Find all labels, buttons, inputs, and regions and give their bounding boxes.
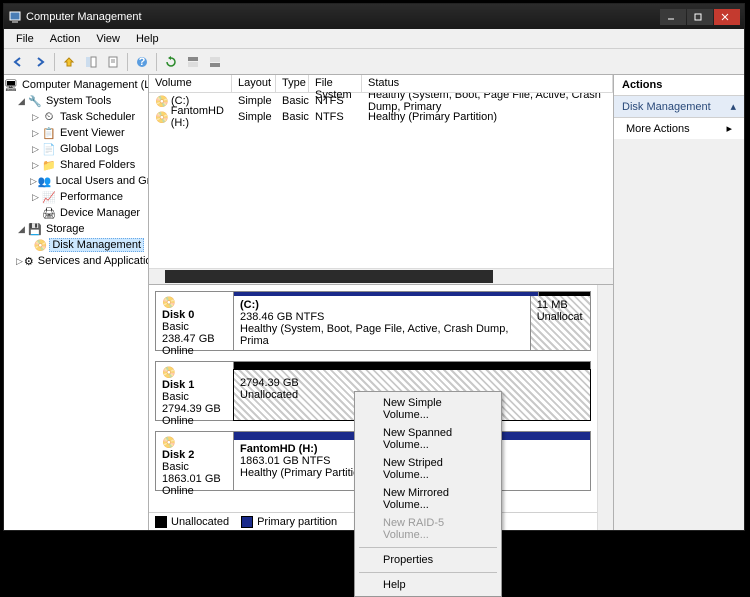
svg-text:?: ? xyxy=(139,56,146,68)
drive-icon: 📀 xyxy=(155,110,169,124)
expand-icon[interactable]: ▷ xyxy=(30,112,41,123)
expand-icon[interactable]: ▷ xyxy=(30,176,37,187)
tree-root[interactable]: 🖥 Computer Management (Local) xyxy=(4,77,148,93)
partition-unallocated[interactable]: 11 MB Unallocat xyxy=(530,296,590,350)
help-button[interactable]: ? xyxy=(132,52,152,72)
actions-more[interactable]: More Actions ▸ xyxy=(614,118,744,139)
legend-swatch-unallocated xyxy=(155,516,167,528)
computer-icon: 🖥 xyxy=(4,78,18,92)
tree-task-scheduler[interactable]: ▷⏲Task Scheduler xyxy=(30,109,148,125)
actions-section[interactable]: Disk Management ▴ xyxy=(614,96,744,118)
partition[interactable]: (C:) 238.46 GB NTFS Healthy (System, Boo… xyxy=(234,296,530,350)
tree-global-logs[interactable]: ▷📄Global Logs xyxy=(30,141,148,157)
view-bottom-button[interactable] xyxy=(205,52,225,72)
context-menu: New Simple Volume... New Spanned Volume.… xyxy=(354,391,502,597)
disk-info[interactable]: 📀 Disk 2 Basic 1863.01 GB Online xyxy=(156,432,234,490)
actions-header: Actions xyxy=(614,75,744,96)
collapse-icon[interactable]: ◢ xyxy=(16,96,27,107)
window-title: Computer Management xyxy=(26,11,142,23)
perf-icon: 📈 xyxy=(42,190,56,204)
tree-performance[interactable]: ▷📈Performance xyxy=(30,189,148,205)
tree-system-tools[interactable]: ◢ 🔧 System Tools xyxy=(16,93,148,109)
menu-new-mirrored-volume[interactable]: New Mirrored Volume... xyxy=(357,484,499,514)
legend-swatch-primary xyxy=(241,516,253,528)
menu-new-raid5-volume: New RAID-5 Volume... xyxy=(357,514,499,544)
clock-icon: ⏲ xyxy=(42,110,56,124)
device-icon: 🖨 xyxy=(42,206,56,220)
vertical-scrollbar[interactable] xyxy=(597,285,613,530)
col-volume[interactable]: Volume xyxy=(149,75,232,92)
tree-local-users[interactable]: ▷👥Local Users and Groups xyxy=(30,173,148,189)
menu-file[interactable]: File xyxy=(8,31,42,47)
disk-icon: 📀 xyxy=(162,296,227,309)
col-filesystem[interactable]: File System xyxy=(309,75,362,92)
col-layout[interactable]: Layout xyxy=(232,75,276,92)
properties-button[interactable] xyxy=(103,52,123,72)
tree-storage[interactable]: ◢ 💾 Storage xyxy=(16,221,148,237)
collapse-icon[interactable]: ◢ xyxy=(16,224,27,235)
disk-info[interactable]: 📀 Disk 0 Basic 238.47 GB Online xyxy=(156,292,234,350)
menu-new-striped-volume[interactable]: New Striped Volume... xyxy=(357,454,499,484)
menu-action[interactable]: Action xyxy=(42,31,89,47)
actions-pane: Actions Disk Management ▴ More Actions ▸ xyxy=(614,75,744,530)
minimize-button[interactable] xyxy=(660,9,686,25)
expand-icon[interactable]: ▷ xyxy=(30,192,41,203)
menu-help[interactable]: Help xyxy=(128,31,167,47)
show-hide-tree-button[interactable] xyxy=(81,52,101,72)
menu-new-simple-volume[interactable]: New Simple Volume... xyxy=(357,394,499,424)
forward-button[interactable] xyxy=(30,52,50,72)
menu-properties[interactable]: Properties xyxy=(357,551,499,569)
volume-row[interactable]: 📀FantomHD (H:) Simple Basic NTFS Healthy… xyxy=(149,109,613,125)
menu-separator xyxy=(359,572,497,573)
services-icon: ⚙ xyxy=(24,254,34,268)
menu-separator xyxy=(359,547,497,548)
chevron-right-icon: ▸ xyxy=(726,122,732,135)
back-button[interactable] xyxy=(8,52,28,72)
horizontal-scrollbar[interactable] xyxy=(149,268,613,284)
close-button[interactable] xyxy=(714,9,740,25)
menu-help[interactable]: Help xyxy=(357,576,499,594)
col-type[interactable]: Type xyxy=(276,75,309,92)
expand-icon[interactable]: ▷ xyxy=(30,128,41,139)
tree-services[interactable]: ▷ ⚙ Services and Applications xyxy=(16,253,148,269)
refresh-button[interactable] xyxy=(161,52,181,72)
disk-row[interactable]: 📀 Disk 0 Basic 238.47 GB Online xyxy=(155,291,591,351)
view-top-button[interactable] xyxy=(183,52,203,72)
disk-icon: 📀 xyxy=(162,366,227,379)
toolbar: ? xyxy=(4,49,744,75)
col-status[interactable]: Status xyxy=(362,75,613,92)
menubar: File Action View Help xyxy=(4,29,744,49)
event-icon: 📋 xyxy=(42,126,56,140)
log-icon: 📄 xyxy=(42,142,56,156)
volume-list[interactable]: Volume Layout Type File System Status 📀(… xyxy=(149,75,613,285)
menu-new-spanned-volume[interactable]: New Spanned Volume... xyxy=(357,424,499,454)
chevron-up-icon: ▴ xyxy=(730,100,736,113)
disk-icon: 📀 xyxy=(34,238,48,252)
drive-icon: 📀 xyxy=(155,94,169,108)
maximize-button[interactable] xyxy=(687,9,713,25)
disk-icon: 📀 xyxy=(162,436,227,449)
expand-icon[interactable]: ▷ xyxy=(30,160,41,171)
app-icon xyxy=(8,10,22,24)
titlebar[interactable]: Computer Management xyxy=(4,4,744,29)
disk-info[interactable]: 📀 Disk 1 Basic 2794.39 GB Online xyxy=(156,362,234,420)
folder-icon: 📁 xyxy=(42,158,56,172)
up-button[interactable] xyxy=(59,52,79,72)
storage-icon: 💾 xyxy=(28,222,42,236)
tools-icon: 🔧 xyxy=(28,94,42,108)
menu-view[interactable]: View xyxy=(88,31,128,47)
tree-device-manager[interactable]: 🖨Device Manager xyxy=(30,205,148,221)
users-icon: 👥 xyxy=(38,174,52,188)
tree-event-viewer[interactable]: ▷📋Event Viewer xyxy=(30,125,148,141)
volume-list-header[interactable]: Volume Layout Type File System Status xyxy=(149,75,613,93)
tree-disk-management[interactable]: 📀Disk Management xyxy=(30,237,148,253)
expand-icon[interactable]: ▷ xyxy=(16,256,23,267)
expand-icon[interactable]: ▷ xyxy=(30,144,41,155)
tree-shared-folders[interactable]: ▷📁Shared Folders xyxy=(30,157,148,173)
nav-tree[interactable]: 🖥 Computer Management (Local) ◢ 🔧 System… xyxy=(4,75,149,530)
